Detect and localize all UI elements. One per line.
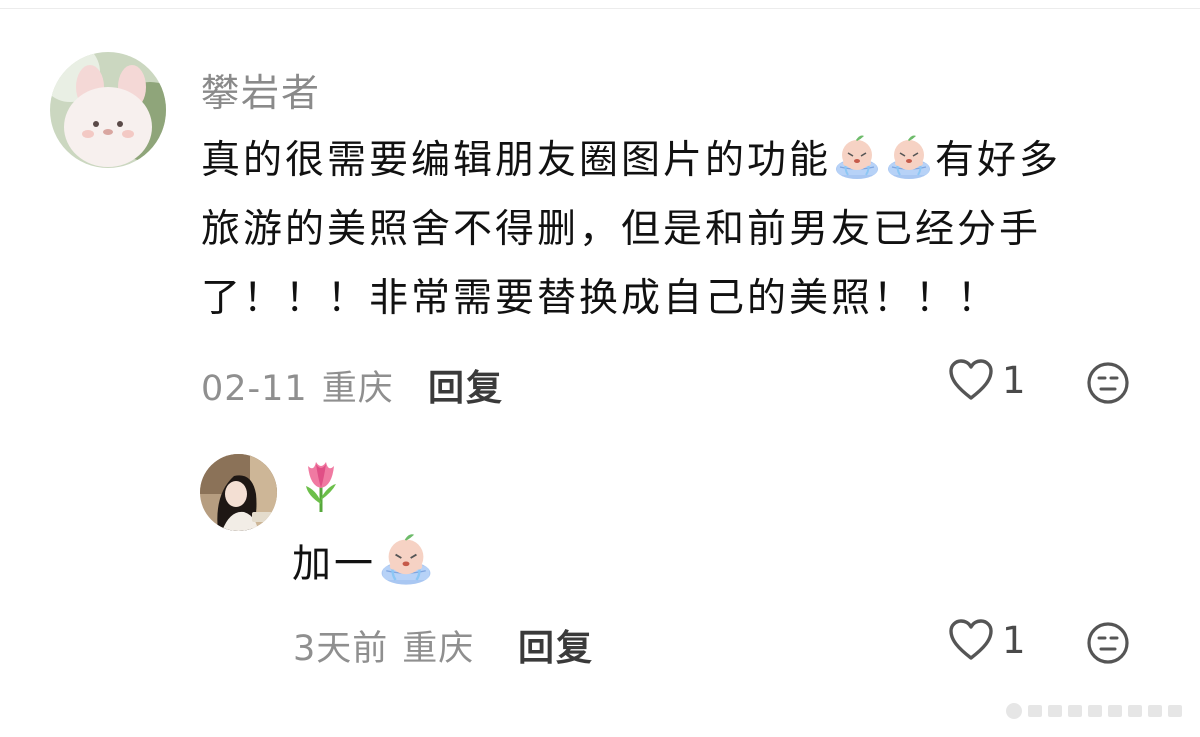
- comment-date: 3天前: [293, 629, 389, 669]
- heart-outline-icon: [949, 359, 993, 400]
- reply-button[interactable]: 回复: [518, 619, 594, 671]
- comment-line: 旅游的美照舍不得删，但是和前男友已经分手: [201, 207, 1042, 252]
- neutral-face-icon[interactable]: [1086, 621, 1130, 669]
- comment-line: 真的很需要编辑朋友圈图片的功能 有好多: [201, 126, 1181, 195]
- crying-peach-sticker: [836, 135, 879, 179]
- comment-text: 加一: [292, 529, 692, 598]
- crying-peach-sticker: [381, 534, 431, 585]
- comment-line: 加一: [292, 529, 692, 598]
- avatar[interactable]: [50, 52, 166, 168]
- comment-username[interactable]: 攀岩者: [201, 62, 321, 117]
- comment-text-segment: 真的很需要编辑朋友圈图片的功能: [201, 138, 832, 183]
- comment-location: 重庆: [402, 629, 475, 669]
- reply-button[interactable]: 回复: [428, 359, 504, 411]
- top-divider: [0, 8, 1200, 9]
- tulip-emoji: [306, 462, 336, 512]
- comment-text-segment: 加一: [292, 542, 377, 587]
- comment-date: 02-11: [201, 369, 308, 409]
- comment-meta: 02-11 重庆: [201, 360, 394, 411]
- comment-text: 真的很需要编辑朋友圈图片的功能 有好多 旅游的美照舍不得删，但是和前男友已经分手 …: [201, 126, 1181, 333]
- comment-meta: 3天前 重庆: [293, 620, 474, 671]
- like-count: 1: [1002, 618, 1026, 662]
- like-button[interactable]: 1: [948, 618, 1026, 662]
- comment-line: 了！！！非常需要替换成自己的美照！！！: [201, 276, 1000, 321]
- comment-location: 重庆: [321, 369, 394, 409]
- like-button[interactable]: 1: [948, 358, 1026, 402]
- watermark-logo: [1006, 703, 1182, 719]
- avatar[interactable]: [200, 454, 277, 531]
- comment-text-segment: 有好多: [935, 138, 1062, 183]
- heart-outline-icon: [949, 619, 993, 660]
- like-count: 1: [1002, 358, 1026, 402]
- comment-username[interactable]: 🌷: [300, 458, 342, 514]
- username-emoji-text: 🌷: [342, 458, 343, 459]
- neutral-face-icon[interactable]: [1086, 361, 1130, 409]
- crying-peach-sticker: [888, 135, 931, 179]
